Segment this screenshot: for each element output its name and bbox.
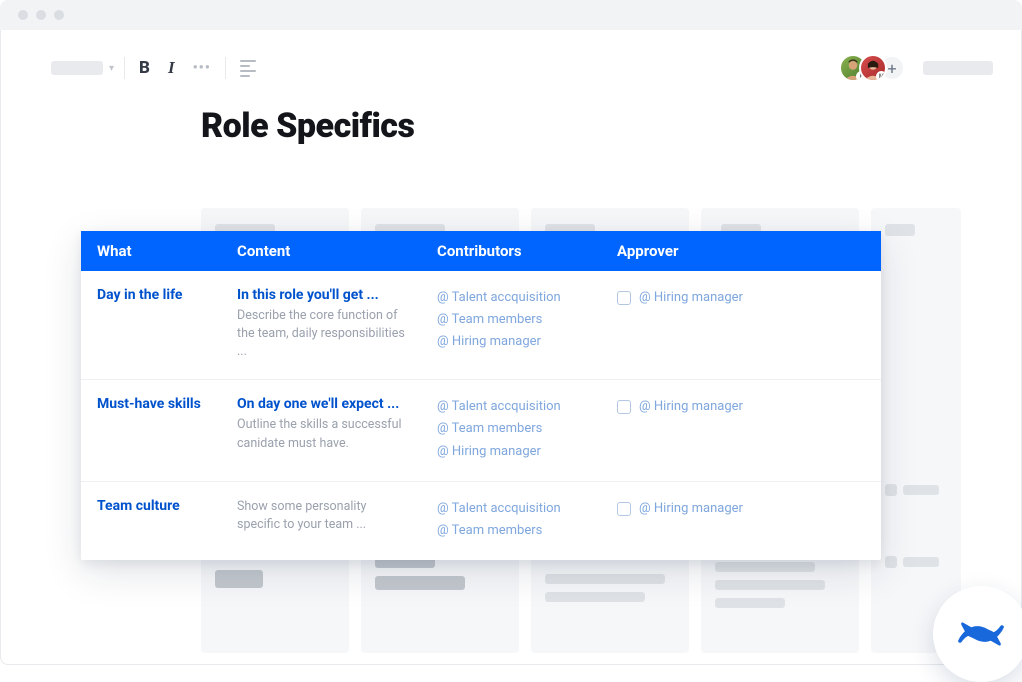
cell-what[interactable]: Team culture	[81, 482, 221, 560]
cell-what[interactable]: Day in the life	[81, 271, 221, 379]
toolbar-left: ▾ B I •••	[51, 57, 260, 79]
cell-contributors[interactable]: @ Talent accquisition @ Team members @ H…	[421, 271, 601, 379]
more-formatting-button[interactable]: •••	[189, 60, 215, 76]
publish-button[interactable]	[923, 61, 993, 75]
editor-toolbar: ▾ B I ••• R M +	[1, 30, 1021, 92]
toolbar-right: R M +	[839, 54, 993, 82]
mention[interactable]: @ Hiring manager	[639, 396, 743, 418]
cell-content[interactable]: On day one we'll expect ... Outline the …	[221, 380, 421, 480]
approver-checkbox[interactable]	[617, 502, 631, 516]
collaborator-avatars: R M +	[839, 54, 905, 82]
confluence-logo-icon[interactable]	[933, 586, 1022, 682]
header-approver: Approver	[601, 231, 881, 271]
mention[interactable]: @ Hiring manager	[639, 287, 743, 309]
header-what: What	[81, 231, 221, 271]
align-left-icon[interactable]	[236, 60, 260, 77]
mention[interactable]: @ Talent accquisition	[437, 498, 585, 520]
cell-content[interactable]: In this role you'll get ... Describe the…	[221, 271, 421, 379]
cell-approver[interactable]: @ Hiring manager	[601, 271, 881, 379]
app-frame: ▾ B I ••• R M +	[0, 30, 1022, 665]
toolbar-divider	[225, 57, 226, 79]
cell-approver[interactable]: @ Hiring manager	[601, 380, 881, 480]
content-description: Outline the skills a successful canidate…	[237, 416, 405, 452]
mention[interactable]: @ Hiring manager	[437, 441, 585, 463]
content-area: Role Specifics	[1, 92, 1021, 146]
page-title: Role Specifics	[201, 106, 1021, 146]
content-title: In this role you'll get ...	[237, 287, 405, 303]
mention[interactable]: @ Hiring manager	[639, 498, 743, 520]
cell-what[interactable]: Must-have skills	[81, 380, 221, 480]
cell-contributors[interactable]: @ Talent accquisition @ Team members	[421, 482, 601, 560]
window-control-minimize[interactable]	[36, 10, 46, 20]
header-content: Content	[221, 231, 421, 271]
mention[interactable]: @ Team members	[437, 309, 585, 331]
approver-checkbox[interactable]	[617, 400, 631, 414]
cell-contributors[interactable]: @ Talent accquisition @ Team members @ H…	[421, 380, 601, 480]
header-contributors: Contributors	[421, 231, 601, 271]
table-row: Must-have skills On day one we'll expect…	[81, 380, 881, 481]
mention[interactable]: @ Talent accquisition	[437, 396, 585, 418]
what-title: Must-have skills	[97, 396, 205, 412]
italic-button[interactable]: I	[164, 58, 179, 78]
mention[interactable]: @ Talent accquisition	[437, 287, 585, 309]
window-control-close[interactable]	[18, 10, 28, 20]
mention[interactable]: @ Hiring manager	[437, 331, 585, 353]
chevron-down-icon: ▾	[109, 63, 114, 74]
cell-content[interactable]: Show some personality specific to your t…	[221, 482, 421, 560]
style-dropdown[interactable]	[51, 61, 103, 75]
avatar-user-2[interactable]: M	[859, 54, 887, 82]
what-title: Team culture	[97, 498, 205, 514]
mention[interactable]: @ Team members	[437, 520, 585, 542]
content-description: Show some personality specific to your t…	[237, 498, 405, 534]
content-description: Describe the core function of the team, …	[237, 307, 405, 361]
table-row: Day in the life In this role you'll get …	[81, 271, 881, 380]
role-specifics-table: What Content Contributors Approver Day i…	[81, 231, 881, 560]
table-row: Team culture Show some personality speci…	[81, 482, 881, 560]
content-title: On day one we'll expect ...	[237, 396, 405, 412]
approver-checkbox[interactable]	[617, 291, 631, 305]
what-title: Day in the life	[97, 287, 205, 303]
window-control-maximize[interactable]	[54, 10, 64, 20]
window-titlebar	[0, 0, 1022, 30]
cell-approver[interactable]: @ Hiring manager	[601, 482, 881, 560]
table-header-row: What Content Contributors Approver	[81, 231, 881, 271]
mention[interactable]: @ Team members	[437, 418, 585, 440]
toolbar-divider	[124, 57, 125, 79]
bold-button[interactable]: B	[135, 58, 154, 78]
